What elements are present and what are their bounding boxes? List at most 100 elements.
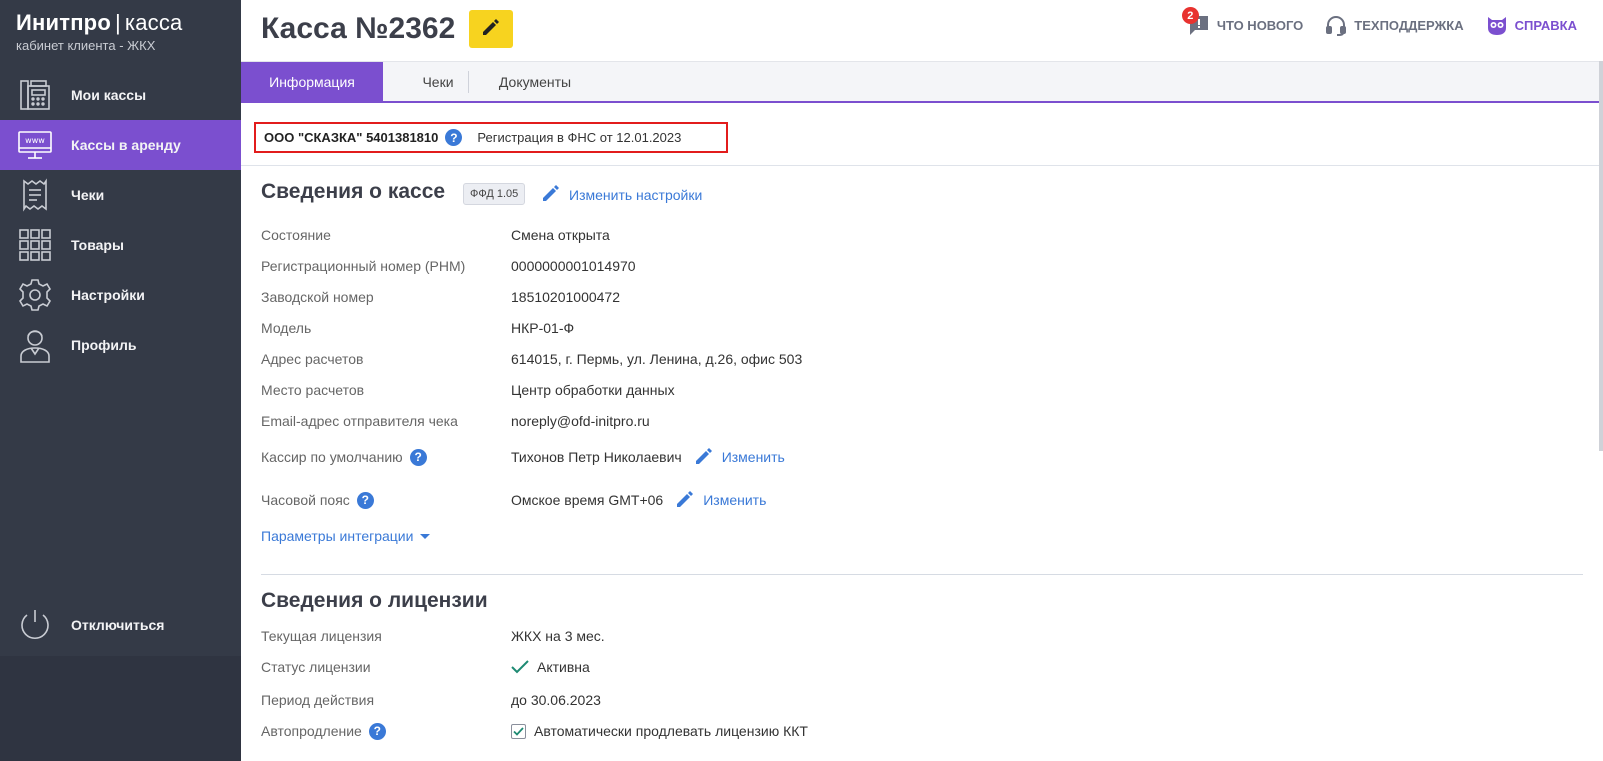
power-icon <box>17 607 53 643</box>
info-row-cashier: Кассир по умолчанию ? Тихонов Петр Никол… <box>261 447 785 467</box>
help-icon[interactable]: ? <box>356 491 374 509</box>
sidebar-item-receipts[interactable]: Чеки <box>0 170 241 220</box>
license-row-status: Статус лицензии Активна <box>261 657 590 677</box>
integration-params-toggle[interactable]: Параметры интеграции <box>261 528 431 544</box>
info-row-place: Место расчетов Центр обработки данных <box>261 380 675 400</box>
caret-down-icon <box>420 533 431 539</box>
section-divider <box>261 574 1583 575</box>
info-label: Модель <box>261 320 312 336</box>
sidebar-item-label: Товары <box>71 237 124 253</box>
brand-product: касса <box>124 10 183 35</box>
help-link[interactable]: СПРАВКА <box>1486 14 1577 36</box>
org-info-highlight: ООО "СКАЗКА" 5401381810 ? Регистрация в … <box>254 122 728 153</box>
scrollbar[interactable] <box>1599 61 1603 451</box>
page-header: Касса №2362 <box>261 10 514 48</box>
info-label: Адрес расчетов <box>261 351 364 367</box>
change-timezone-link[interactable]: Изменить <box>675 489 766 512</box>
help-label: СПРАВКА <box>1514 17 1577 33</box>
license-row-current: Текущая лицензия ЖКХ на 3 мес. <box>261 626 605 646</box>
brand-separator: | <box>114 10 121 35</box>
change-cashier-link[interactable]: Изменить <box>694 446 785 469</box>
brand-name: Инитпро <box>16 10 111 35</box>
info-value: 18510201000472 <box>511 289 621 305</box>
pencil-icon <box>694 446 722 469</box>
ffd-badge: ФФД 1.05 <box>463 183 526 205</box>
whats-new-link[interactable]: 2 ЧТО НОВОГО <box>1181 7 1303 36</box>
help-icon[interactable]: ? <box>368 722 386 740</box>
sidebar-item-rental-kassas[interactable]: www Кассы в аренду <box>0 120 241 170</box>
integration-label: Параметры интеграции <box>261 528 414 544</box>
sidebar-item-my-kassas[interactable]: Мои кассы <box>0 70 241 120</box>
org-name: ООО "СКАЗКА" 5401381810 <box>264 130 439 145</box>
info-row-email: Email-адрес отправителя чека noreply@ofd… <box>261 411 650 431</box>
license-row-autorenew: Автопродление ? Автоматически продлевать… <box>261 721 808 741</box>
sidebar-item-profile[interactable]: Профиль <box>0 320 241 370</box>
info-label-with-help: Кассир по умолчанию ? <box>261 448 511 466</box>
info-label: Место расчетов <box>261 382 365 398</box>
info-value-group: Омское время GMT+06 Изменить <box>511 489 766 512</box>
sidebar-item-settings[interactable]: Настройки <box>0 270 241 320</box>
info-label-with-help: Автопродление ? <box>261 722 511 740</box>
news-count-badge: 2 <box>1181 7 1199 24</box>
sidebar-nav: Мои кассы www Кассы в аренду Чеки Товары… <box>0 70 241 370</box>
info-row-address: Адрес расчетов 614015, г. Пермь, ул. Лен… <box>261 349 802 369</box>
edit-title-button[interactable] <box>469 10 514 48</box>
gear-icon <box>17 277 53 313</box>
www-monitor-icon: www <box>17 127 53 163</box>
pencil-icon <box>481 17 501 42</box>
top-links: 2 ЧТО НОВОГО ТЕХПОДДЕРЖКА СПРАВКА <box>1166 7 1577 36</box>
logout-button[interactable]: Отключиться <box>0 600 241 650</box>
info-value: Смена открыта <box>511 227 610 243</box>
info-label: Статус лицензии <box>261 659 371 675</box>
info-label-with-help: Часовой пояс ? <box>261 491 511 509</box>
sidebar-item-label: Профиль <box>71 337 137 353</box>
change-settings-label: Изменить настройки <box>569 186 703 203</box>
headset-icon <box>1325 14 1347 36</box>
info-label: Кассир по умолчанию <box>261 449 403 465</box>
pencil-icon <box>675 489 703 512</box>
info-value: 0000000001014970 <box>511 258 636 274</box>
support-link[interactable]: ТЕХПОДДЕРЖКА <box>1325 14 1464 36</box>
info-label: Период действия <box>261 692 375 708</box>
help-icon[interactable]: ? <box>445 129 463 146</box>
support-label: ТЕХПОДДЕРЖКА <box>1354 17 1464 33</box>
info-value: НКР-01-Ф <box>511 320 575 336</box>
change-link-label: Изменить <box>721 449 785 465</box>
info-label: Email-адрес отправителя чека <box>261 413 458 429</box>
owl-icon <box>1486 14 1508 36</box>
license-status-group: Активна <box>511 659 590 675</box>
tab-bar: Информация Чеки Документы <box>241 61 1603 103</box>
info-row-model: Модель НКР-01-Ф <box>261 318 574 338</box>
cash-register-icon <box>17 77 53 113</box>
fns-registration: Регистрация в ФНС от 12.01.2023 <box>477 130 682 145</box>
kassa-section-title: Сведения о кассе <box>261 180 446 203</box>
sidebar-item-products[interactable]: Товары <box>0 220 241 270</box>
header-divider <box>241 165 1603 166</box>
brand-subtitle: кабинет клиента - ЖКХ <box>16 38 156 53</box>
sidebar-item-label: Чеки <box>71 187 105 203</box>
info-row-rnm: Регистрационный номер (РНМ) 000000000101… <box>261 256 636 276</box>
info-row-state: Состояние Смена открыта <box>261 225 610 245</box>
info-label: Текущая лицензия <box>261 628 382 644</box>
timezone-value: Омское время GMT+06 <box>511 492 664 508</box>
autorenew-label: Автоматически продлевать лицензию ККТ <box>534 723 808 739</box>
info-label: Заводской номер <box>261 289 374 305</box>
tab-information[interactable]: Информация <box>241 62 383 102</box>
sidebar-footer <box>0 656 241 761</box>
change-link-label: Изменить <box>703 492 767 508</box>
brand-logo[interactable]: Инитпро | касса <box>16 10 182 36</box>
autorenew-checkbox[interactable] <box>511 723 526 739</box>
help-icon[interactable]: ? <box>409 448 427 466</box>
check-icon <box>511 660 529 674</box>
change-settings-link[interactable]: Изменить настройки <box>541 183 702 206</box>
receipt-icon <box>17 177 53 213</box>
info-label: Автопродление <box>261 723 362 739</box>
info-label: Регистрационный номер (РНМ) <box>261 258 466 274</box>
info-value: noreply@ofd-initpro.ru <box>511 413 650 429</box>
logout-section: Отключиться <box>0 600 241 650</box>
tab-documents[interactable]: Документы <box>468 62 602 102</box>
sidebar-item-label: Кассы в аренду <box>71 137 181 153</box>
info-value: Центр обработки данных <box>511 382 675 398</box>
sidebar: Инитпро | касса кабинет клиента - ЖКХ Мои … <box>0 0 241 761</box>
profile-icon <box>17 327 53 363</box>
